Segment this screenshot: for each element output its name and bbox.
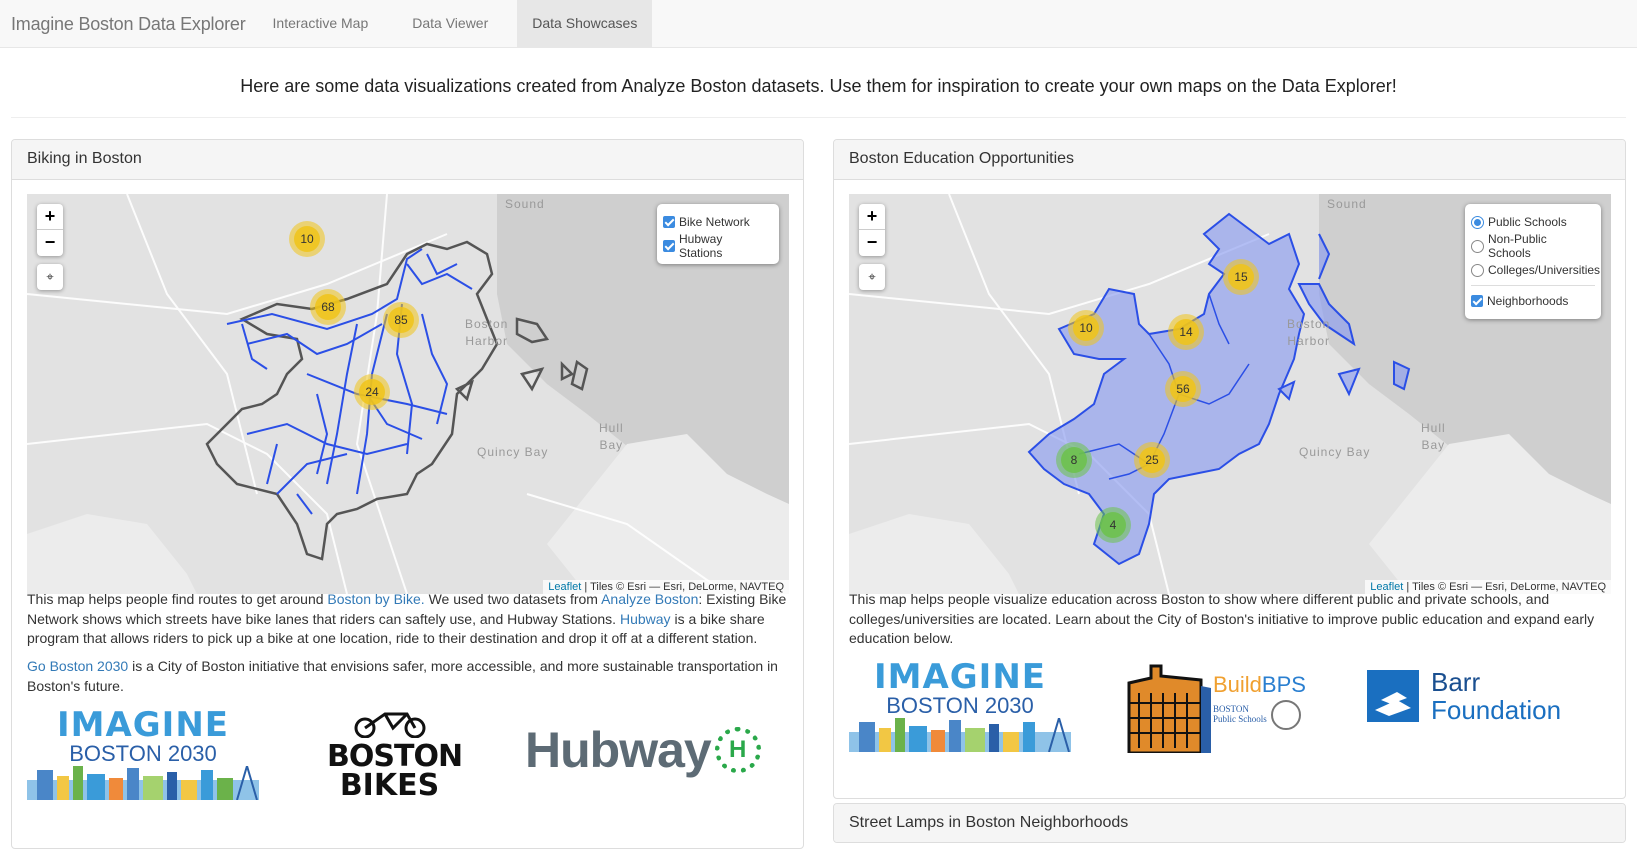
intro-text: Here are some data visualizations create… (240, 76, 1397, 96)
hubway-gear-icon: H (714, 727, 761, 773)
edu-cluster-6: 25 (1145, 453, 1159, 467)
education-panel-title: Boston Education Opportunities (834, 140, 1625, 180)
barr-foundation-logo[interactable]: Barr Foundation (1367, 668, 1567, 728)
imagine-boston-logo[interactable]: IMAGINE BOSTON 2030 (27, 708, 259, 800)
bike-cluster-2: 68 (321, 300, 335, 314)
education-layer-control: Public Schools Non-Public Schools Colleg… (1465, 204, 1601, 319)
zoom-control: + − (37, 204, 63, 256)
education-panel: Boston Education Opportunities 15 10 14 … (833, 139, 1626, 799)
zoom-out-button[interactable]: − (37, 230, 63, 256)
biking-map[interactable]: 10 68 85 24 Sound Boston Harbor Hull Bay Q… (27, 194, 789, 594)
label-sound: Sound (1327, 197, 1367, 211)
edu-cluster-4: 56 (1176, 382, 1190, 396)
layer-separator (1471, 285, 1595, 286)
biking-layer-control: Bike Network Hubway Stations (657, 204, 779, 264)
zoom-in-button[interactable]: + (859, 204, 885, 230)
nav-interactive-map[interactable]: Interactive Map (258, 0, 384, 47)
layer-non-public-schools[interactable]: Non-Public Schools (1471, 232, 1591, 260)
street-lamps-panel: Street Lamps in Boston Neighborhoods (833, 803, 1626, 843)
locate-icon[interactable]: ⌖ (859, 264, 885, 290)
bike-cluster-3: 85 (394, 313, 408, 327)
radio-selected-icon[interactable] (1471, 215, 1484, 229)
label-boston-harbor: Boston Harbor (465, 317, 509, 348)
radio-icon[interactable] (1471, 239, 1484, 253)
boston-bikes-logo[interactable]: BOSTON BIKES (327, 710, 463, 801)
city-seal-icon (1271, 700, 1301, 730)
barr-mark-icon (1367, 670, 1419, 722)
divider (11, 117, 1626, 118)
checkbox-checked-icon[interactable] (1471, 295, 1483, 307)
biking-panel: Biking in Boston 10 68 85 24 Sound Bosto… (11, 139, 804, 849)
go-boston-description: Go Boston 2030 is a City of Boston initi… (27, 658, 778, 694)
hubway-link[interactable]: Hubway (620, 611, 671, 627)
imagine-boston-logo[interactable]: IMAGINE BOSTON 2030 (849, 660, 1071, 752)
edu-cluster-1: 15 (1234, 270, 1248, 284)
label-hull-bay: Hull Bay (1421, 421, 1446, 452)
zoom-out-button[interactable]: − (859, 230, 885, 256)
layer-public-schools[interactable]: Public Schools (1471, 210, 1591, 234)
layer-neighborhoods[interactable]: Neighborhoods (1471, 289, 1591, 313)
bicycle-icon (354, 712, 425, 739)
label-boston-harbor: Boston Harbor (1287, 317, 1331, 348)
checkbox-checked-icon[interactable] (663, 240, 675, 252)
edu-cluster-7: 4 (1110, 518, 1117, 532)
education-map[interactable]: 15 10 14 56 8 25 4 Sound Boston Harbor Hu… (849, 194, 1611, 594)
build-bps-logo[interactable]: BuildBPS BOSTON Public Schools (1121, 658, 1311, 753)
label-hull-bay: Hull Bay (599, 421, 624, 452)
nav-data-showcases[interactable]: Data Showcases (517, 0, 653, 47)
bike-cluster-1: 10 (300, 232, 314, 246)
edu-cluster-2: 10 (1079, 321, 1093, 335)
analyze-boston-link[interactable]: Analyze Boston (601, 591, 698, 607)
hubway-logo[interactable]: Hubway H (525, 722, 765, 778)
nav-data-viewer[interactable]: Data Viewer (397, 0, 503, 47)
label-quincy-bay: Quincy Bay (477, 445, 549, 459)
zoom-in-button[interactable]: + (37, 204, 63, 230)
radio-icon[interactable] (1471, 263, 1484, 277)
edu-cluster-5: 8 (1071, 453, 1078, 467)
education-description: This map helps people visualize educatio… (849, 591, 1595, 646)
navbar: Imagine Boston Data Explorer Interactive… (0, 0, 1637, 48)
zoom-control: + − (859, 204, 885, 256)
label-quincy-bay: Quincy Bay (1299, 445, 1371, 459)
building-icon (1127, 664, 1211, 753)
layer-colleges-universities[interactable]: Colleges/Universities (1471, 258, 1600, 282)
layer-hubway-stations[interactable]: Hubway Stations (663, 232, 769, 260)
checkbox-checked-icon[interactable] (663, 216, 675, 228)
bike-cluster-4: 24 (365, 385, 379, 399)
label-sound: Sound (505, 197, 545, 211)
biking-description: This map helps people find routes to get… (27, 591, 787, 646)
edu-cluster-3: 14 (1179, 325, 1193, 339)
street-lamps-panel-title[interactable]: Street Lamps in Boston Neighborhoods (834, 804, 1625, 842)
boston-by-bike-link[interactable]: Boston by Bike. (327, 591, 424, 607)
layer-bike-network[interactable]: Bike Network (663, 210, 769, 234)
locate-icon[interactable]: ⌖ (37, 264, 63, 290)
go-boston-link[interactable]: Go Boston 2030 (27, 658, 128, 674)
biking-panel-title: Biking in Boston (12, 140, 803, 180)
brand-title[interactable]: Imagine Boston Data Explorer (0, 0, 258, 47)
